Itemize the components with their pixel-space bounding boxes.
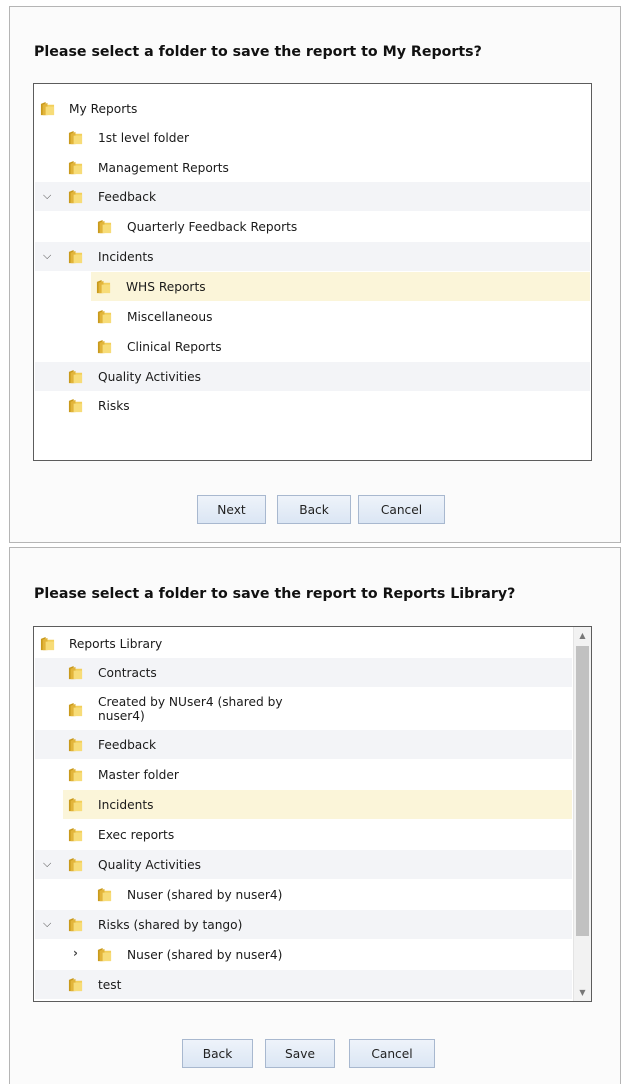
tree-item-label: Incidents [98, 797, 154, 812]
tree-item-label: Quality Activities [98, 369, 202, 384]
tree-item-label: Reports Library [69, 636, 163, 651]
chevron-right-icon[interactable]: › [73, 946, 78, 960]
tree-item-management-reports[interactable]: Management Reports [35, 153, 590, 182]
tree-item-quarterly-feedback-reports[interactable]: Quarterly Feedback Reports [35, 212, 590, 241]
my-reports-dialog: Please select a folder to save the repor… [9, 6, 621, 543]
folder-icon [68, 702, 83, 717]
tree-item-label: Management Reports [98, 160, 229, 175]
tree-item-my-reports[interactable]: My Reports [35, 94, 590, 123]
vertical-scrollbar[interactable]: ▲ ▼ [573, 627, 591, 1001]
tree-item-quality-activities[interactable]: Quality Activities [35, 362, 590, 391]
folder-icon [68, 160, 83, 175]
folder-icon [97, 947, 112, 962]
folder-icon [68, 797, 83, 812]
tree-item-reports-library[interactable]: Reports Library [35, 629, 572, 658]
tree-item-label: Nuser (shared by nuser4) [127, 887, 283, 902]
folder-icon [68, 369, 83, 384]
tree-item-label: 1st level folder [98, 130, 189, 145]
tree-item-exec-reports[interactable]: Exec reports [35, 820, 572, 849]
dialog-title: Please select a folder to save the repor… [34, 586, 516, 602]
tree-item-1st-level-folder[interactable]: 1st level folder [35, 123, 590, 152]
tree-item-label: Miscellaneous [127, 309, 213, 324]
tree-item-clinical-reports[interactable]: Clinical Reports [35, 332, 590, 361]
reports-library-dialog: Please select a folder to save the repor… [9, 547, 621, 1084]
tree-item-label: Clinical Reports [127, 339, 222, 354]
dialog-title: Please select a folder to save the repor… [34, 44, 482, 60]
tree-item-label: WHS Reports [126, 279, 206, 294]
tree-item-label: Master folder [98, 767, 179, 782]
folder-icon [68, 665, 83, 680]
scrollbar-thumb[interactable] [576, 646, 589, 936]
tree-item-feedback[interactable]: ⌵ Feedback [35, 182, 590, 211]
folder-tree: My Reports 1st level folder Management R… [33, 83, 592, 461]
folder-icon [96, 279, 111, 294]
tree-item-whs-reports[interactable]: WHS Reports [91, 272, 590, 301]
tree-item-nuser-shared[interactable]: Nuser (shared by nuser4) [35, 880, 572, 909]
tree-item-label: Exec reports [98, 827, 175, 842]
tree-item-label: test [98, 977, 122, 992]
tree-item-label: Feedback [98, 189, 157, 204]
tree-item-label: Nuser (shared by nuser4) [127, 947, 283, 962]
tree-item-label: Contracts [98, 665, 157, 680]
back-button[interactable]: Back [182, 1039, 253, 1068]
tree-item-label: Risks (shared by tango) [98, 917, 243, 932]
folder-tree: Reports Library Contracts Created by NUs… [33, 626, 592, 1002]
folder-icon [68, 189, 83, 204]
tree-item-label: Feedback [98, 737, 157, 752]
chevron-down-icon[interactable]: ⌵ [43, 189, 51, 203]
folder-icon [40, 636, 55, 651]
folder-icon [40, 101, 55, 116]
folder-icon [68, 977, 83, 992]
back-button[interactable]: Back [277, 495, 351, 524]
arrow-up-icon[interactable]: ▲ [574, 627, 591, 644]
tree-item-nuser-shared-sub[interactable]: › Nuser (shared by nuser4) [35, 940, 572, 969]
folder-icon [97, 339, 112, 354]
tree-item-incidents[interactable]: Incidents [63, 790, 572, 819]
tree-item-label: Incidents [98, 249, 154, 264]
folder-icon [68, 737, 83, 752]
folder-icon [97, 309, 112, 324]
folder-icon [68, 917, 83, 932]
folder-icon [68, 767, 83, 782]
cancel-button[interactable]: Cancel [358, 495, 445, 524]
chevron-down-icon[interactable]: ⌵ [43, 249, 51, 263]
tree-item-label: My Reports [69, 101, 138, 116]
chevron-down-icon[interactable]: ⌵ [43, 857, 51, 871]
folder-icon [97, 219, 112, 234]
cancel-button[interactable]: Cancel [349, 1039, 435, 1068]
tree-item-test[interactable]: test [35, 970, 572, 999]
tree-item-contracts[interactable]: Contracts [35, 658, 572, 687]
tree-item-feedback[interactable]: Feedback [35, 730, 572, 759]
tree-item-incidents[interactable]: ⌵ Incidents [35, 242, 590, 271]
tree-item-label: Created by NUser4 (shared by nuser4) [98, 695, 283, 723]
tree-item-label: Quarterly Feedback Reports [127, 219, 298, 234]
folder-icon [68, 249, 83, 264]
save-button[interactable]: Save [265, 1039, 335, 1068]
tree-item-label: Risks [98, 398, 130, 413]
button-bar: Back Save Cancel [10, 1039, 620, 1068]
tree-item-miscellaneous[interactable]: Miscellaneous [35, 302, 590, 331]
folder-icon [68, 827, 83, 842]
folder-icon [68, 130, 83, 145]
folder-icon [68, 398, 83, 413]
chevron-down-icon[interactable]: ⌵ [43, 917, 51, 931]
tree-item-risks-shared[interactable]: ⌵ Risks (shared by tango) [35, 910, 572, 939]
next-button[interactable]: Next [197, 495, 266, 524]
folder-icon [68, 857, 83, 872]
tree-item-risks[interactable]: Risks [35, 391, 590, 420]
arrow-down-icon[interactable]: ▼ [574, 984, 591, 1001]
tree-item-created-by-nuser4[interactable]: Created by NUser4 (shared by nuser4) [35, 688, 572, 730]
tree-item-label: Quality Activities [98, 857, 202, 872]
folder-icon [97, 887, 112, 902]
tree-item-quality-activities[interactable]: ⌵ Quality Activities [35, 850, 572, 879]
button-bar: Next Back Cancel [10, 495, 620, 524]
tree-item-master-folder[interactable]: Master folder [35, 760, 572, 789]
